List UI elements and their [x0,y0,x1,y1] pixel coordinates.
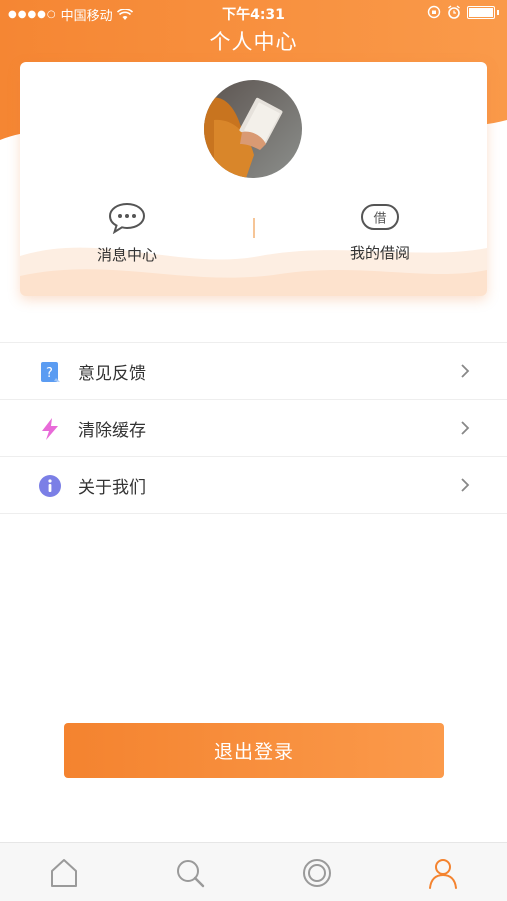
settings-menu: ? 意见反馈 清除缓存 关于我们 [0,342,507,514]
tab-bar [0,842,507,901]
avatar[interactable] [204,80,302,178]
feedback-icon: ? [41,362,60,382]
lightning-icon [42,418,58,440]
chat-bubble-icon [108,202,146,235]
chevron-right-icon [461,421,470,435]
battery-nub [497,9,499,15]
rotation-lock-icon [427,5,441,19]
alarm-icon [448,5,460,19]
logout-button[interactable]: 退出登录 [64,723,444,778]
home-icon[interactable] [46,855,82,891]
message-center-button[interactable]: 消息中心 [67,202,187,265]
profile-card: 消息中心 借 我的借阅 [20,62,487,296]
my-borrowing-button[interactable]: 借 我的借阅 [320,202,440,263]
menu-item-label: 清除缓存 [78,420,146,441]
menu-item-feedback[interactable]: ? 意见反馈 [0,343,507,400]
message-center-label: 消息中心 [96,246,157,264]
page-title: 个人中心 [209,30,298,54]
info-icon [39,475,61,497]
borrow-badge-text: 借 [373,212,386,227]
menu-item-label: 意见反馈 [78,363,146,384]
chevron-right-icon [461,364,470,378]
menu-item-label: 关于我们 [78,477,146,498]
menu-item-clear-cache[interactable]: 清除缓存 [0,400,507,457]
chevron-right-icon [461,478,470,492]
svg-text:?: ? [46,366,53,381]
battery-icon [467,5,495,19]
search-icon[interactable] [172,855,208,891]
status-right [427,5,499,19]
borrow-badge-icon: 借 [361,204,399,230]
menu-item-about[interactable]: 关于我们 [0,457,507,514]
user-icon[interactable] [425,855,461,891]
action-divider [253,218,255,238]
my-borrowing-label: 我的借阅 [349,244,410,262]
circle-icon[interactable] [299,855,335,891]
status-bar: ●●●●○ 中国移动 下午4:31 [0,0,507,28]
avatar-image [204,80,302,178]
